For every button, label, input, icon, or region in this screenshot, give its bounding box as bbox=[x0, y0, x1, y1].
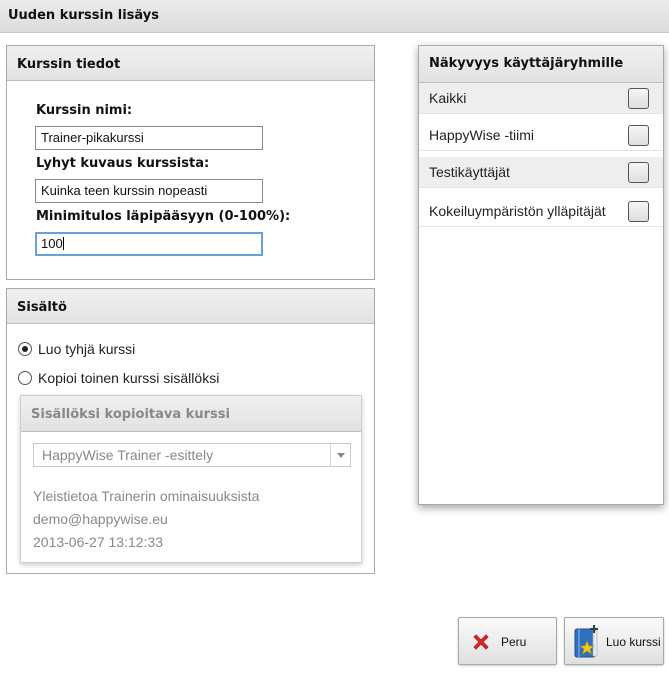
group-row-testers[interactable]: Testikäyttäjät bbox=[419, 157, 663, 188]
content-header: Sisältö bbox=[7, 289, 374, 324]
cancel-button[interactable]: Peru bbox=[458, 617, 557, 665]
group-label: HappyWise -tiimi bbox=[429, 127, 535, 143]
group-checkbox[interactable] bbox=[628, 201, 649, 222]
radio-copy-course[interactable]: Kopioi toinen kurssi sisällöksi bbox=[18, 370, 219, 386]
min-score-input[interactable]: 100 bbox=[35, 232, 263, 256]
group-checkbox[interactable] bbox=[628, 125, 649, 146]
copy-course-select[interactable]: HappyWise Trainer -esittely bbox=[33, 443, 351, 467]
copy-course-date: 2013-06-27 13:12:33 bbox=[33, 534, 163, 550]
course-info-header: Kurssin tiedot bbox=[7, 46, 374, 81]
create-course-button[interactable]: Luo kurssi bbox=[564, 617, 664, 665]
content-panel: Sisältö Luo tyhjä kurssi Kopioi toinen k… bbox=[6, 288, 375, 574]
copy-course-select-value: HappyWise Trainer -esittely bbox=[42, 447, 214, 463]
course-description-label: Lyhyt kuvaus kurssista: bbox=[36, 156, 210, 171]
group-label: Testikäyttäjät bbox=[429, 164, 510, 180]
course-name-label: Kurssin nimi: bbox=[36, 103, 133, 118]
group-checkbox[interactable] bbox=[628, 88, 649, 109]
group-row-team[interactable]: HappyWise -tiimi bbox=[419, 120, 663, 151]
text-caret bbox=[62, 237, 64, 250]
window-titlebar: Uuden kurssin lisäys bbox=[0, 0, 669, 33]
red-x-icon bbox=[473, 634, 489, 650]
book-star-icon bbox=[574, 625, 598, 658]
chevron-down-icon[interactable] bbox=[330, 444, 350, 466]
group-checkbox[interactable] bbox=[628, 162, 649, 183]
radio-button-unchecked[interactable] bbox=[18, 371, 32, 385]
radio-empty-course[interactable]: Luo tyhjä kurssi bbox=[18, 341, 135, 357]
copy-course-header: Sisällöksi kopioitava kurssi bbox=[21, 396, 361, 432]
course-info-panel: Kurssin tiedot Kurssin nimi: Trainer-pik… bbox=[6, 45, 375, 280]
copy-course-section: Sisällöksi kopioitava kurssi HappyWise T… bbox=[20, 395, 362, 563]
create-course-button-label: Luo kurssi bbox=[606, 635, 661, 649]
group-row-all[interactable]: Kaikki bbox=[419, 83, 663, 114]
radio-empty-course-label: Luo tyhjä kurssi bbox=[38, 341, 136, 357]
group-label: Kokeiluympäristön ylläpitäjät bbox=[429, 203, 606, 219]
cancel-button-label: Peru bbox=[501, 635, 527, 649]
course-description-input[interactable]: Kuinka teen kurssin nopeasti bbox=[35, 179, 263, 203]
min-score-label: Minimitulos läpipääsyyn (0-100%): bbox=[36, 209, 291, 224]
group-row-admins[interactable]: Kokeiluympäristön ylläpitäjät bbox=[419, 196, 663, 227]
radio-copy-course-label: Kopioi toinen kurssi sisällöksi bbox=[38, 370, 220, 386]
radio-button-checked[interactable] bbox=[18, 342, 32, 356]
min-score-value: 100 bbox=[41, 236, 63, 251]
group-label: Kaikki bbox=[429, 90, 467, 106]
window-title: Uuden kurssin lisäys bbox=[8, 8, 159, 23]
copy-course-email: demo@happywise.eu bbox=[33, 511, 168, 527]
course-name-input[interactable]: Trainer-pikakurssi bbox=[35, 126, 263, 150]
copy-course-description: Yleistietoa Trainerin ominaisuuksista bbox=[33, 488, 260, 504]
visibility-panel: Näkyvyys käyttäjäryhmille Kaikki HappyWi… bbox=[418, 45, 664, 505]
visibility-header: Näkyvyys käyttäjäryhmille bbox=[419, 46, 663, 83]
